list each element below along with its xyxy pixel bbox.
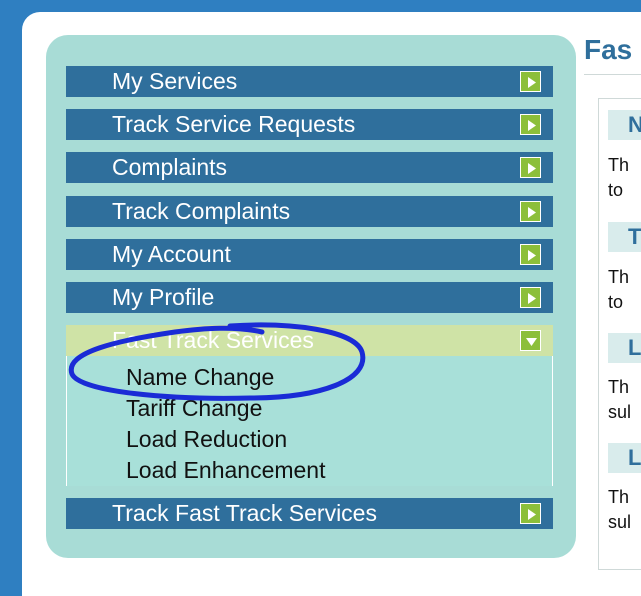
arrow-right-icon — [520, 244, 541, 265]
submenu-item-load-enhancement[interactable]: Load Enhancement — [126, 455, 326, 485]
sidebar-item-track-fast-track-services[interactable]: Track Fast Track Services — [66, 498, 553, 529]
sidebar-item-track-service-requests[interactable]: Track Service Requests — [66, 109, 553, 140]
service-card-text: Th — [608, 487, 630, 507]
sidebar-item-my-services[interactable]: My Services — [66, 66, 553, 97]
sidebar-item-complaints[interactable]: Complaints — [66, 152, 553, 183]
submenu-item-tariff-change[interactable]: Tariff Change — [126, 393, 262, 423]
service-card-text: to — [608, 180, 624, 200]
sidebar-item-label: My Services — [112, 68, 238, 94]
arrow-right-icon — [520, 201, 541, 222]
submenu-item-name-change[interactable]: Name Change — [126, 362, 274, 392]
service-card-text: Th — [608, 155, 630, 175]
sidebar-item-my-account[interactable]: My Account — [66, 239, 553, 270]
service-card-header[interactable]: T — [608, 222, 641, 252]
service-card-text: to — [608, 292, 624, 312]
arrow-right-icon — [520, 287, 541, 308]
service-card-header[interactable]: N — [608, 110, 641, 140]
sidebar-item-label: Track Service Requests — [112, 111, 356, 137]
service-card-text: Th — [608, 267, 630, 287]
arrow-right-icon — [520, 114, 541, 135]
sidebar-item-fast-track-services[interactable]: Fast Track Services — [66, 325, 553, 356]
service-card-header[interactable]: L — [608, 333, 641, 363]
sidebar-item-label: Track Complaints — [112, 198, 291, 224]
service-card-header[interactable]: L — [608, 443, 641, 473]
sidebar-item-my-profile[interactable]: My Profile — [66, 282, 553, 313]
service-card-text: sul — [608, 512, 632, 532]
sidebar-item-label: Track Fast Track Services — [112, 500, 377, 526]
service-card-text: Th — [608, 377, 630, 397]
arrow-right-icon — [520, 157, 541, 178]
service-card-text: sul — [608, 402, 632, 422]
fast-track-submenu: Name Change Tariff Change Load Reduction… — [66, 356, 553, 486]
sidebar-item-label: Complaints — [112, 154, 228, 180]
arrow-right-icon — [520, 503, 541, 524]
sidebar-item-label: My Profile — [112, 284, 215, 310]
title-divider — [584, 74, 641, 75]
arrow-down-icon — [520, 330, 541, 351]
submenu-item-load-reduction[interactable]: Load Reduction — [126, 424, 287, 454]
arrow-right-icon — [520, 71, 541, 92]
sidebar-item-label: My Account — [112, 241, 231, 267]
page-title: Fas — [584, 34, 633, 65]
sidebar-item-track-complaints[interactable]: Track Complaints — [66, 196, 553, 227]
sidebar-item-label: Fast Track Services — [112, 327, 314, 353]
